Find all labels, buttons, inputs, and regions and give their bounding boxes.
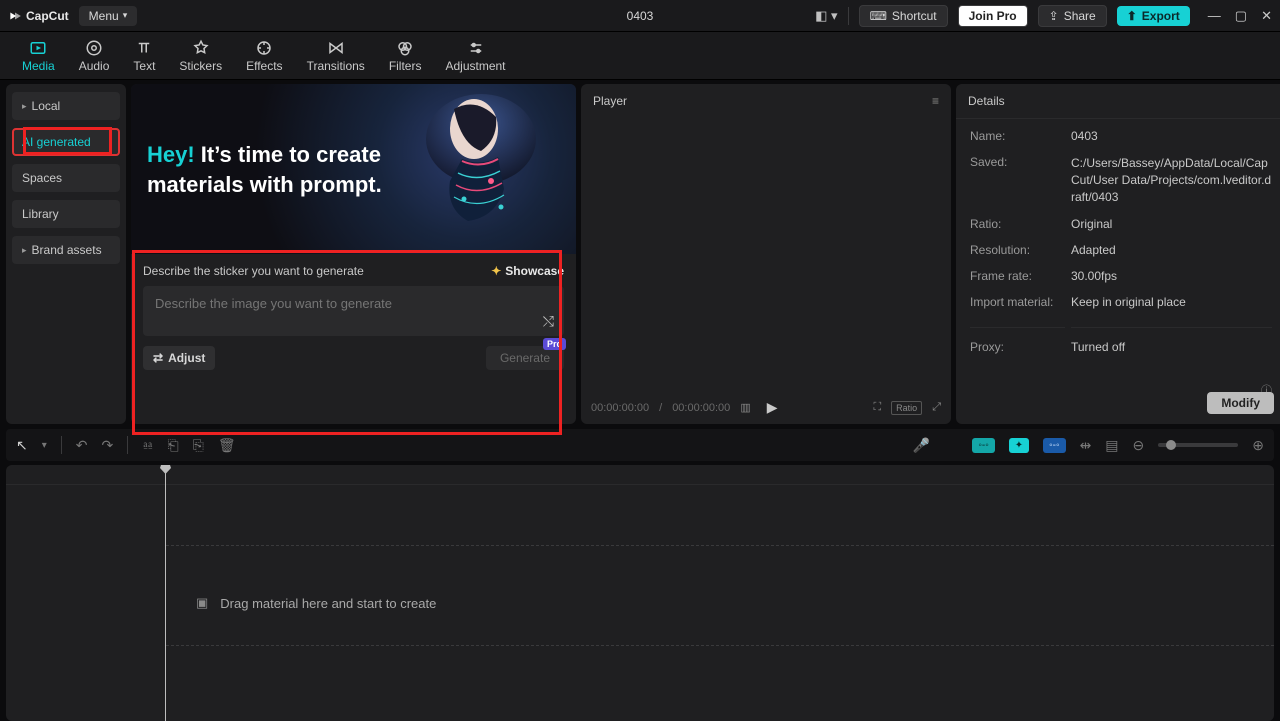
prompt-input[interactable]	[155, 296, 552, 311]
cursor-dropdown-icon[interactable]: ▾	[42, 440, 47, 451]
redo-button[interactable]: ↷	[102, 437, 114, 454]
player-title: Player	[593, 94, 627, 108]
keyboard-icon: ⌨	[870, 9, 887, 23]
slate-icon: ▣	[196, 595, 208, 611]
player-menu-icon[interactable]: ≡	[932, 94, 939, 108]
describe-label: Describe the sticker you want to generat…	[143, 264, 364, 278]
snap-toggle-1[interactable]: ◦-◦	[972, 438, 994, 453]
detail-ratio-k: Ratio:	[970, 217, 1065, 231]
prompt-input-box[interactable]: ⤭	[143, 286, 564, 336]
window-minimize[interactable]: —	[1208, 8, 1221, 24]
tab-audio[interactable]: Audio	[67, 35, 122, 77]
tab-filters[interactable]: Filters	[377, 35, 434, 77]
tab-media[interactable]: Media	[10, 35, 67, 77]
detail-proxy-v: Turned off	[1071, 327, 1272, 354]
generate-box: Describe the sticker you want to generat…	[131, 254, 576, 374]
time-current: 00:00:00:00	[591, 402, 649, 414]
tab-stickers[interactable]: Stickers	[167, 35, 234, 77]
track-icon[interactable]: ▤	[1105, 437, 1118, 454]
detail-imp-k: Import material:	[970, 295, 1065, 309]
tab-effects[interactable]: Effects	[234, 35, 294, 77]
share-icon: ⇪	[1049, 9, 1059, 23]
project-title: 0403	[627, 9, 654, 23]
detail-res-k: Resolution:	[970, 243, 1065, 257]
sidebar-item-library[interactable]: Library	[12, 200, 120, 228]
window-close[interactable]: ✕	[1261, 8, 1272, 24]
shortcut-button[interactable]: ⌨ Shortcut	[859, 5, 948, 27]
chevron-down-icon: ▾	[123, 10, 128, 21]
detail-ratio-v: Original	[1071, 217, 1272, 231]
detail-fr-v: 30.00fps	[1071, 269, 1272, 283]
layout-icon[interactable]: ◧ ▾	[815, 8, 837, 24]
detail-name-k: Name:	[970, 129, 1065, 143]
zoom-in[interactable]: ⊕	[1252, 437, 1264, 454]
undo-button[interactable]: ↶	[76, 437, 88, 454]
timeline-toolbar: ↖ ▾ ↶ ↷ ⎂ ⎗ ⎘ 🗑 🎤 ◦-◦ ✦ ◦-◦ ⇹ ▤ ⊖ ⊕	[6, 429, 1274, 461]
hero-hey: Hey!	[147, 142, 195, 167]
ratio-button[interactable]: Ratio	[891, 401, 922, 415]
caret-icon: ▸	[22, 101, 27, 112]
trim-right-tool[interactable]: ⎘	[193, 437, 204, 454]
media-tabs: Media Audio Text Stickers Effects Transi…	[0, 32, 1280, 80]
cursor-tool[interactable]: ↖	[16, 437, 28, 454]
app-logo: CapCut	[8, 9, 69, 23]
delete-tool[interactable]: 🗑	[218, 437, 236, 454]
mic-icon[interactable]: 🎤	[913, 437, 930, 454]
sidebar-item-spaces[interactable]: Spaces	[12, 164, 120, 192]
details-panel: Details Name: 0403 Saved: C:/Users/Basse…	[956, 84, 1280, 424]
time-total: 00:00:00:00	[672, 402, 730, 414]
sparkle-icon: ✦	[491, 264, 501, 278]
tab-text[interactable]: Text	[121, 35, 167, 77]
drag-hint: ▣ Drag material here and start to create	[196, 595, 436, 611]
play-button[interactable]: ▶	[767, 399, 778, 416]
detail-saved-k: Saved:	[970, 155, 1065, 205]
detail-saved-v: C:/Users/Bassey/AppData/Local/CapCut/Use…	[1071, 155, 1272, 205]
zoom-slider[interactable]	[1158, 443, 1238, 447]
modify-button[interactable]: Modify	[1207, 392, 1274, 414]
align-icon[interactable]: ⇹	[1080, 437, 1092, 454]
snap-toggle-3[interactable]: ◦-◦	[1043, 438, 1065, 453]
sidebar-item-local[interactable]: ▸Local	[12, 92, 120, 120]
detail-imp-v: Keep in original place	[1071, 295, 1272, 309]
share-button[interactable]: ⇪ Share	[1038, 5, 1107, 27]
details-title: Details	[956, 84, 1280, 119]
snap-toggle-2[interactable]: ✦	[1009, 438, 1029, 453]
focus-icon[interactable]: ⛶	[873, 401, 881, 414]
adjust-button[interactable]: ⇄ Adjust	[143, 346, 215, 370]
tab-adjustment[interactable]: Adjustment	[433, 35, 517, 77]
trim-left-tool[interactable]: ⎗	[167, 437, 178, 454]
shuffle-icon[interactable]: ⤭	[543, 313, 554, 330]
tab-transitions[interactable]: Transitions	[295, 35, 377, 77]
player-panel: Player ≡ 00:00:00:00 / 00:00:00:00 ▥ ▶ ⛶…	[581, 84, 951, 424]
titlebar: CapCut Menu ▾ 0403 ◧ ▾ ⌨ Shortcut Join P…	[0, 0, 1280, 32]
pro-badge: Pro	[543, 338, 566, 350]
window-maximize[interactable]: ▢	[1235, 8, 1247, 24]
join-pro-button[interactable]: Join Pro	[958, 5, 1028, 27]
fullscreen-icon[interactable]: ⤢	[932, 401, 941, 414]
menu-button[interactable]: Menu ▾	[79, 6, 138, 26]
android-illustration	[406, 89, 556, 254]
ai-generated-panel: Hey! It’s time to create materials with …	[131, 84, 576, 424]
timeline-ruler[interactable]	[6, 465, 1274, 485]
caret-icon: ▸	[22, 245, 27, 256]
detail-res-v: Adapted	[1071, 243, 1272, 257]
sidebar-item-ai-generated[interactable]: AI generated	[12, 128, 120, 156]
compare-icon[interactable]: ▥	[740, 401, 750, 414]
app-name: CapCut	[26, 9, 69, 23]
sliders-icon: ⇄	[153, 351, 163, 365]
sidebar-item-brand-assets[interactable]: ▸Brand assets	[12, 236, 120, 264]
export-button[interactable]: ⬆ Export	[1117, 6, 1190, 26]
detail-fr-k: Frame rate:	[970, 269, 1065, 283]
media-sidebar: ▸Local AI generated Spaces Library ▸Bran…	[6, 84, 126, 424]
detail-name-v: 0403	[1071, 129, 1272, 143]
hero-banner: Hey! It’s time to create materials with …	[131, 84, 576, 254]
timeline-panel[interactable]: ▣ Drag material here and start to create	[6, 465, 1274, 721]
zoom-out[interactable]: ⊖	[1133, 437, 1145, 454]
showcase-link[interactable]: ✦ Showcase	[491, 264, 564, 278]
generate-button[interactable]: Pro Generate	[486, 346, 564, 370]
detail-proxy-k: Proxy:	[970, 327, 1065, 354]
split-tool[interactable]: ⎂	[142, 437, 153, 454]
export-icon: ⬆	[1127, 9, 1137, 23]
